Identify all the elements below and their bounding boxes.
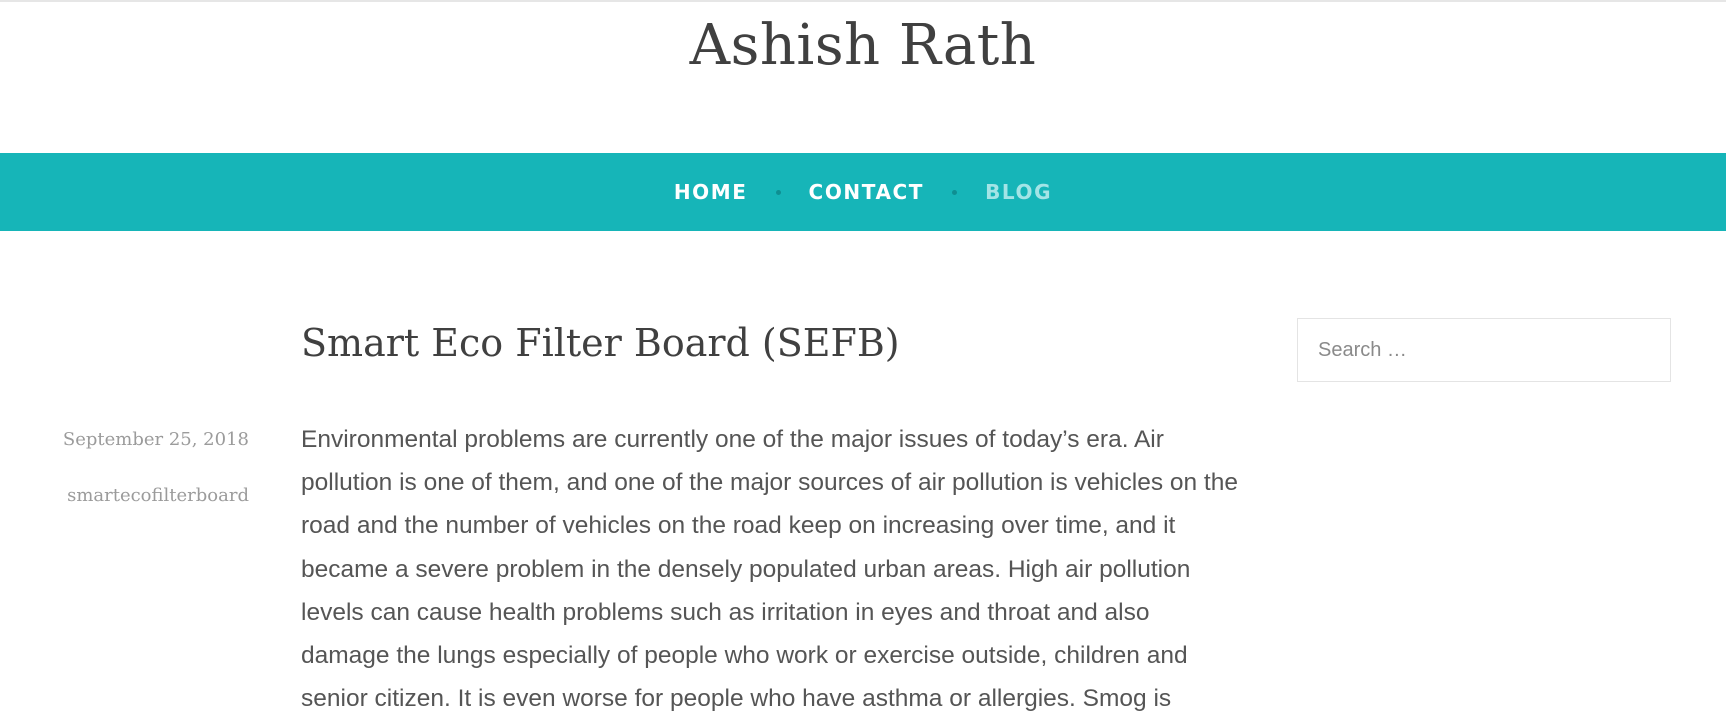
nav-separator bbox=[775, 189, 781, 195]
nav-menu: HOME CONTACT BLOG bbox=[0, 153, 1726, 231]
post-author-link[interactable]: smartecofilterboard bbox=[40, 472, 249, 520]
nav-item-contact[interactable]: CONTACT bbox=[809, 180, 925, 204]
post-body-text: Environmental problems are currently one… bbox=[301, 426, 1238, 713]
nav-item-home[interactable]: HOME bbox=[674, 180, 748, 204]
post-title[interactable]: Smart Eco Filter Board (SEFB) bbox=[301, 316, 900, 370]
top-border bbox=[0, 0, 1726, 2]
main-navigation: HOME CONTACT BLOG bbox=[0, 153, 1726, 231]
nav-separator bbox=[952, 189, 958, 195]
post-meta: September 25, 2018 smartecofilterboard bbox=[40, 424, 249, 520]
search-input[interactable] bbox=[1297, 318, 1671, 382]
nav-item-blog[interactable]: BLOG bbox=[985, 180, 1052, 204]
site-title[interactable]: Ashish Rath bbox=[0, 8, 1726, 84]
post-date[interactable]: September 25, 2018 bbox=[40, 424, 249, 456]
